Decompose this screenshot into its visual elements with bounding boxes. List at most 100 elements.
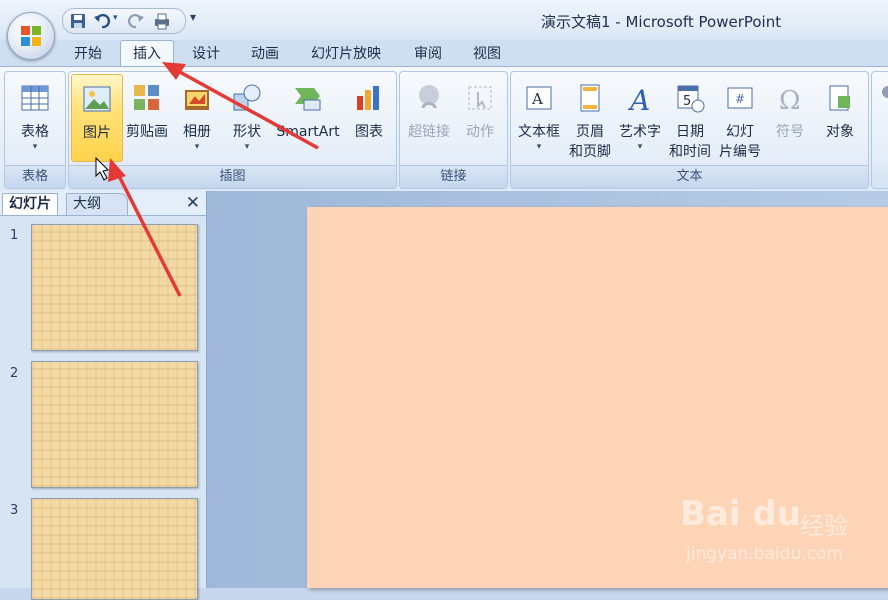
clipart-button[interactable]: 剪贴画 [123,74,171,162]
customize-qat-icon[interactable]: ▾ [190,10,196,24]
clipart-icon [134,85,159,110]
slide-number: 1 [10,228,19,243]
chart-icon [357,86,379,110]
ribbon-tabs: 开始 插入 设计 动画 幻灯片放映 审阅 视图 [0,40,888,67]
hyperlink-icon [419,85,439,109]
textbox-dropdown-icon: ▾ [536,142,542,152]
header-footer-label-2: 和页脚 [569,144,611,160]
date-time-label-1: 日期 [676,124,704,140]
watermark-url: jingyan.baidu.com [686,544,843,564]
symbol-button[interactable]: Ω 符号 [765,74,815,162]
table-label: 表格 [21,124,49,140]
watermark-suffix: 经验 [800,512,848,540]
slides-pane: 幻灯片 大纲 ✕ 1 2 3 [0,191,207,600]
smartart-button[interactable]: SmartArt [273,74,343,162]
office-button[interactable] [7,12,55,60]
baidu-watermark: Bai du 经验 jingyan.baidu.com [680,492,880,572]
wordart-button[interactable]: A 艺术字 ▾ [615,74,665,162]
textbox-label: 文本框 [518,124,560,140]
svg-text:Ω: Ω [779,86,801,114]
textbox-icon: A [526,86,552,110]
picture-button[interactable]: 图片 [71,74,123,162]
undo-dropdown-icon[interactable]: ▾ [113,13,118,23]
office-logo-icon [21,26,41,46]
calendar-icon: 5 [677,85,705,113]
table-button[interactable]: 表格 ▾ [7,74,63,162]
shapes-dropdown-icon: ▾ [244,142,250,152]
tab-outline[interactable]: 大纲 [66,193,128,215]
redo-icon[interactable] [127,12,145,30]
print-icon[interactable] [153,12,171,30]
svg-text:A: A [627,84,650,114]
picture-icon [83,86,111,112]
tab-design[interactable]: 设计 [180,44,232,64]
object-icon [829,85,850,111]
slide-number-label-1: 幻灯 [726,124,754,140]
slide-thumbnail[interactable] [31,224,198,351]
svg-text:#: # [735,92,745,106]
group-label-text: 文本 [511,165,868,188]
shapes-label: 形状 [233,124,261,140]
title-bar: ▾ ▾ 演示文稿1 - Microsoft PowerPoint [0,0,888,40]
object-button[interactable]: 对象 [815,74,865,162]
photo-album-label: 相册 [183,124,211,140]
close-icon[interactable]: ✕ [186,193,200,213]
clipart-label: 剪贴画 [126,124,168,140]
slide-number-icon: # [727,87,753,109]
slide-number-button[interactable]: # 幻灯 片编号 [715,74,765,162]
shapes-icon [233,84,261,111]
media-icon [882,86,888,98]
group-text: A 文本框 ▾ 页眉 和页脚 A 艺术字 ▾ 5 日期 和时间 # 幻灯 片编号… [510,71,869,189]
wordart-label: 艺术字 [619,124,661,140]
undo-icon[interactable] [93,12,111,30]
chart-button[interactable]: 图表 [345,74,393,162]
tab-slide-show[interactable]: 幻灯片放映 [300,44,392,64]
picture-label: 图片 [83,125,111,141]
action-button[interactable]: 动作 [456,74,504,162]
slide-thumbnail[interactable] [31,361,198,488]
group-table: 表格 ▾ 表格 [4,71,66,189]
svg-text:5: 5 [683,94,691,109]
tab-animations[interactable]: 动画 [238,44,292,64]
header-footer-icon [580,84,600,112]
chart-label: 图表 [355,124,383,140]
group-label-illustrations: 插图 [69,165,396,188]
slide-number: 2 [10,366,19,381]
tab-slides[interactable]: 幻灯片 [2,193,58,215]
shapes-button[interactable]: 形状 ▾ [223,74,271,162]
slide-thumbnail[interactable] [31,498,198,600]
textbox-button[interactable]: A 文本框 ▾ [513,74,565,162]
hyperlink-button[interactable]: 超链接 [402,74,456,162]
action-label: 动作 [466,124,494,140]
smartart-label: SmartArt [276,124,340,140]
svg-text:A: A [531,90,543,108]
tab-insert[interactable]: 插入 [120,40,174,67]
pane-tabs: 幻灯片 大纲 ✕ [0,191,206,216]
table-dropdown-icon: ▾ [32,142,38,152]
action-icon [468,86,492,110]
smartart-icon [295,88,321,111]
slide-number-label-2: 片编号 [719,144,761,160]
group-illustrations: 图片 剪贴画 相册 ▾ 形状 ▾ SmartArt 图表 插图 [68,71,397,189]
window-title: 演示文稿1 - Microsoft PowerPoint [541,13,782,31]
date-time-label-2: 和时间 [669,144,711,160]
wordart-dropdown-icon: ▾ [637,142,643,152]
object-label: 对象 [826,124,854,140]
slide-number: 3 [10,503,19,518]
header-footer-label-1: 页眉 [576,124,604,140]
symbol-label: 符号 [776,124,804,140]
group-links: 超链接 动作 链接 [399,71,508,189]
group-label-links: 链接 [400,165,507,188]
date-time-button[interactable]: 5 日期 和时间 [665,74,715,162]
save-icon[interactable] [69,12,87,30]
group-label-table: 表格 [5,165,65,188]
header-footer-button[interactable]: 页眉 和页脚 [565,74,615,162]
photo-album-dropdown-icon: ▾ [194,142,200,152]
tab-view[interactable]: 视图 [460,44,514,64]
table-icon [21,85,49,111]
photo-album-button[interactable]: 相册 ▾ [173,74,221,162]
tab-home[interactable]: 开始 [62,44,114,64]
tab-review[interactable]: 审阅 [402,44,454,64]
hyperlink-label: 超链接 [408,124,450,140]
photo-album-icon [185,90,209,110]
